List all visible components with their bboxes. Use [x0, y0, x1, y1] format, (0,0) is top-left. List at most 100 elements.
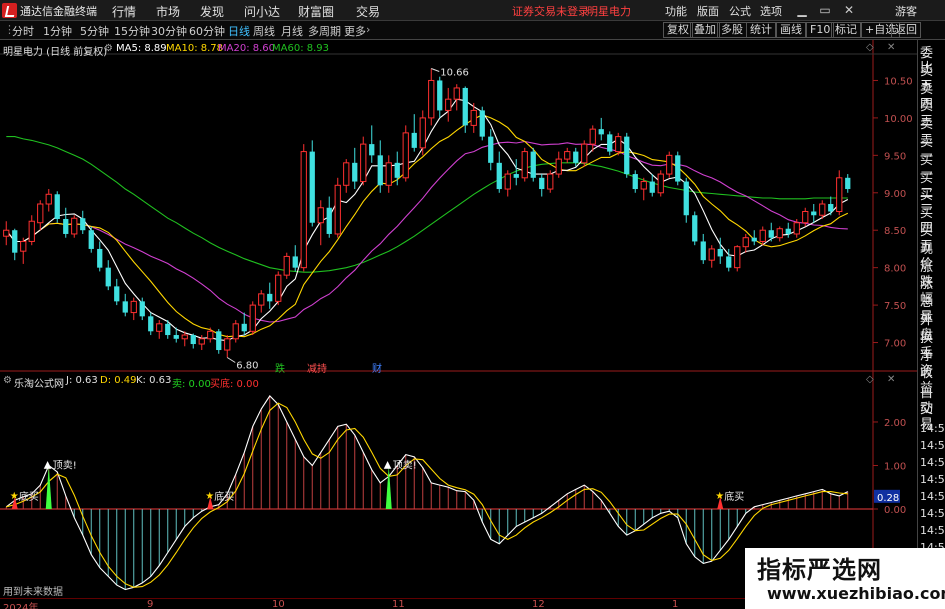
draw-line-button[interactable]: 画线 — [776, 22, 806, 38]
period-weekly[interactable]: 周线 — [253, 23, 275, 39]
tick-time-label: 14:56 — [920, 439, 945, 452]
sub-close-icon[interactable]: ✕ — [887, 374, 895, 385]
candle-body-up — [37, 203, 44, 224]
candle-body-up — [793, 222, 800, 235]
minimize-icon[interactable]: ▁ — [794, 2, 810, 18]
ma60-label: MA60: 8.93 — [272, 43, 330, 54]
menu-ask-xiaoda[interactable]: 问小达 — [244, 3, 280, 20]
marker-reduce[interactable]: 减持 — [307, 360, 327, 375]
menu-wealth-circle[interactable]: 财富圈 — [298, 3, 334, 20]
candle-body-down — [54, 194, 60, 219]
login-status[interactable]: 证券交易未登录 — [512, 3, 589, 19]
statistics-button[interactable]: 统计 — [746, 22, 776, 38]
title-bar: 通达信金融终端 行情 市场 发现 问小达 财富圈 交易 证券交易未登录 明星电力… — [0, 0, 945, 21]
tick-time-label: 14:56 — [920, 507, 945, 520]
candle-body-up — [360, 143, 367, 183]
period-intraday[interactable]: 分时 — [12, 23, 34, 39]
menu-function[interactable]: 功能 — [665, 3, 687, 19]
menu-market-quotes[interactable]: 行情 — [112, 3, 136, 20]
price-tick-label: 8.50 — [884, 226, 906, 237]
candle-body-down — [292, 256, 298, 268]
menu-discover[interactable]: 发现 — [200, 3, 224, 20]
period-more[interactable]: 更多 — [344, 23, 366, 39]
candle-body-down — [165, 323, 171, 336]
candle-body-up — [317, 207, 324, 224]
high-label: 10.66 — [440, 67, 469, 78]
watermark-title: 指标严选网 — [757, 556, 882, 584]
menu-market[interactable]: 市场 — [156, 3, 180, 20]
marker-finance[interactable]: 财 — [372, 360, 382, 375]
settings-gear-icon[interactable]: ⚙ — [104, 43, 113, 54]
candle-body-down — [394, 162, 400, 178]
price-tick-label: 7.00 — [884, 339, 906, 350]
kline-chart[interactable]: 10.50 10.00 9.50 9.00 8.50 8.00 7.50 7.00 10.66 6… — [0, 40, 945, 600]
period-multi[interactable]: 多周期 — [308, 23, 341, 39]
candle-body-up — [275, 274, 282, 302]
sub-settings-icon[interactable]: ⚙ — [3, 375, 12, 386]
period-monthly[interactable]: 月线 — [281, 23, 303, 39]
candle-body-down — [683, 181, 689, 216]
menu-options[interactable]: 选项 — [760, 3, 782, 19]
period-60min[interactable]: 60分钟 — [189, 23, 225, 39]
chart-canvas[interactable]: 10.50 10.00 9.50 9.00 8.50 8.00 7.50 7.00 10.66 6… — [0, 40, 917, 600]
candle-body-down — [267, 293, 273, 302]
menu-trade[interactable]: 交易 — [356, 3, 380, 20]
candle-body-down — [607, 134, 613, 152]
candle-body-down — [12, 230, 18, 253]
price-tick-label: 8.00 — [884, 264, 906, 275]
guest-user[interactable]: 游客 — [895, 3, 917, 19]
close-panel-icon[interactable]: ✕ — [887, 42, 895, 53]
candle-body-down — [122, 301, 128, 313]
candle-body-up — [504, 173, 511, 190]
candle-body-up — [759, 229, 766, 242]
multi-stock-button[interactable]: 多股 — [717, 22, 747, 38]
sub-expand-icon[interactable]: ◇ — [866, 374, 874, 385]
close-icon[interactable]: ✕ — [841, 2, 857, 18]
candle-body-down — [190, 335, 196, 345]
ma20-line — [5, 140, 848, 323]
overlay-button[interactable]: 叠加 — [690, 22, 720, 38]
candle-body-down — [97, 248, 103, 268]
candle-body-up — [258, 293, 265, 306]
candle-body-down — [114, 286, 120, 302]
period-30min[interactable]: 30分钟 — [151, 23, 187, 39]
menu-formula[interactable]: 公式 — [729, 3, 751, 19]
ma10-label: MA10: 8.78 — [166, 43, 224, 54]
period-toolbar: ⋮ 分时 1分钟 5分钟 15分钟 30分钟 60分钟 日线 周线 月线 多周期… — [0, 21, 945, 40]
buy-signal-label: 底买 — [19, 490, 39, 503]
sub-k-value: K: 0.63 — [136, 375, 172, 386]
ma5-label: MA5: 8.89 — [116, 43, 167, 54]
sub-tick-label: 1.00 — [884, 461, 906, 472]
mark-button[interactable]: 标记 — [831, 22, 861, 38]
candle-body-up — [521, 151, 528, 179]
low-label: 6.80 — [236, 361, 258, 372]
candle-body-down — [216, 331, 222, 351]
candle-body-down — [488, 136, 494, 163]
candle-body-up — [71, 217, 78, 235]
sub-indicator-title: 乐淘公式网 — [14, 379, 64, 390]
marker-drop[interactable]: 跌 — [275, 360, 285, 375]
chevron-right-icon[interactable]: › — [366, 23, 370, 36]
period-15min[interactable]: 15分钟 — [114, 23, 150, 39]
candle-body-down — [139, 301, 145, 317]
candle-body-down — [173, 335, 179, 339]
ma20-label: MA20: 8.60 — [218, 43, 276, 54]
candle-body-down — [573, 151, 579, 163]
period-daily[interactable]: 日线 — [228, 23, 250, 39]
restore-icon[interactable]: ▭ — [817, 2, 833, 18]
adjust-button[interactable]: 复权 — [663, 22, 693, 38]
period-1min[interactable]: 1分钟 — [43, 23, 72, 39]
candle-body-down — [649, 181, 655, 193]
candle-body-up — [742, 237, 749, 248]
candle-body-up — [453, 87, 460, 100]
menu-layout[interactable]: 版面 — [697, 3, 719, 19]
candle-body-up — [20, 240, 27, 252]
expand-icon[interactable]: ◇ — [866, 42, 874, 53]
candle-body-up — [300, 151, 307, 269]
back-button[interactable]: 返回 — [891, 22, 921, 38]
candle-body-down — [785, 228, 791, 234]
price-tick-label: 10.00 — [884, 114, 913, 125]
candle-body-up — [419, 117, 426, 149]
period-5min[interactable]: 5分钟 — [80, 23, 109, 39]
candle-body-down — [437, 80, 443, 111]
